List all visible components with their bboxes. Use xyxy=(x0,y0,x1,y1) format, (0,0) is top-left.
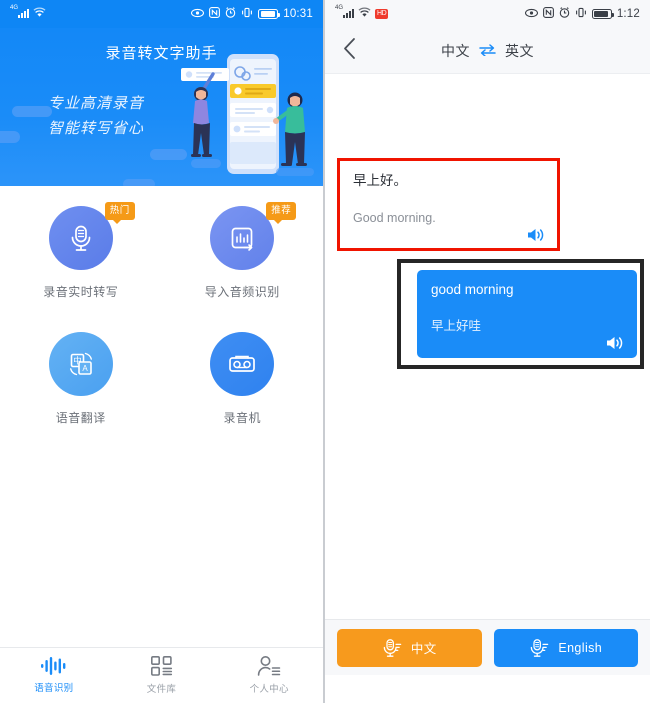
status-bar-left-group: 4G xyxy=(10,4,46,21)
network-type-label: 4G xyxy=(10,4,19,11)
alarm-icon xyxy=(225,7,236,21)
translation-nav-bar: 中文 英文 xyxy=(325,28,650,74)
highlight-box-black: good morning 早上好哇 xyxy=(397,259,644,369)
banner-illustration xyxy=(181,54,314,176)
feature-icon-wrap: 热门 xyxy=(48,202,135,270)
translation-card-incoming[interactable]: 早上好。 Good morning. xyxy=(340,161,557,248)
vibrate-icon xyxy=(575,7,587,21)
feature-row-1: 热门 录音实时转写 推荐 导入音频识别 xyxy=(0,202,323,300)
speak-button-label: English xyxy=(558,640,603,655)
feature-badge-recommended: 推荐 xyxy=(266,202,297,223)
tab-profile[interactable]: 个人中心 xyxy=(215,648,323,703)
feature-row-2: 中 A 语音翻译 录音机 xyxy=(0,328,323,426)
audio-import-icon xyxy=(210,206,275,270)
translation-card-outgoing[interactable]: good morning 早上好哇 xyxy=(417,270,637,358)
status-bar-left-group: 4G HD xyxy=(335,4,389,21)
card-source-text: good morning xyxy=(431,282,514,297)
back-button[interactable] xyxy=(339,33,360,68)
person-icon xyxy=(257,656,281,676)
microphone-document-icon xyxy=(48,206,113,270)
left-status-bar: 4G 10:31 xyxy=(0,0,323,28)
dual-screenshot-container: 4G 10:31 录音转文字助手 专业高清录音 智能转写省心 热门 录音实时转写… xyxy=(0,0,650,703)
feature-icon-wrap: 中 A xyxy=(48,332,113,396)
signal-icon: 4G xyxy=(335,4,355,21)
feature-grid: 热门 录音实时转写 推荐 导入音频识别 中 A 语音翻译 录音机 xyxy=(0,186,323,426)
nfc-icon xyxy=(542,7,554,21)
tape-recorder-icon xyxy=(210,332,275,396)
language-pair-selector[interactable]: 中文 英文 xyxy=(325,41,650,61)
feature-icon-wrap xyxy=(210,332,275,396)
speak-english-button[interactable]: English xyxy=(493,628,638,667)
feature-voice-translate[interactable]: 中 A 语音翻译 xyxy=(0,328,162,426)
grid-list-icon xyxy=(150,656,172,676)
translate-icon: 中 A xyxy=(48,332,113,396)
microphone-lines-icon xyxy=(531,638,549,657)
card-source-text: 早上好。 xyxy=(353,173,407,188)
microphone-lines-icon xyxy=(383,638,402,657)
tab-label: 语音识别 xyxy=(34,683,74,694)
eye-icon xyxy=(524,8,538,21)
speak-action-bar: 中文 English xyxy=(325,619,650,675)
banner-subtitle-line1: 专业高清录音 xyxy=(48,95,145,112)
source-language-label[interactable]: 中文 xyxy=(441,41,470,61)
feature-recorder[interactable]: 录音机 xyxy=(162,328,324,426)
translation-conversation-area: 早上好。 Good morning. good morning 早上好哇 中文 … xyxy=(325,74,650,675)
eye-icon xyxy=(191,8,205,21)
signal-icon: 4G xyxy=(10,4,30,21)
alarm-icon xyxy=(559,7,570,21)
tab-label: 个人中心 xyxy=(249,684,289,695)
highlight-box-red: 早上好。 Good morning. xyxy=(337,158,560,251)
target-language-label[interactable]: 英文 xyxy=(505,41,534,61)
status-bar-clock: 10:31 xyxy=(283,8,313,20)
feature-label: 录音机 xyxy=(223,411,261,425)
feature-realtime-transcribe[interactable]: 热门 录音实时转写 xyxy=(0,202,162,300)
waveform-icon xyxy=(40,657,66,675)
status-bar-clock: 1:12 xyxy=(616,8,640,20)
app-hero-banner: 录音转文字助手 专业高清录音 智能转写省心 xyxy=(0,28,323,186)
speaker-icon[interactable] xyxy=(526,227,544,248)
decorative-blob xyxy=(12,106,52,117)
card-target-text: 早上好哇 xyxy=(431,318,482,333)
network-type-label: 4G xyxy=(335,4,344,11)
feature-label: 录音实时转写 xyxy=(43,285,119,299)
feature-import-audio[interactable]: 推荐 导入音频识别 xyxy=(162,202,324,300)
battery-icon xyxy=(258,9,281,19)
vibrate-icon xyxy=(241,7,253,21)
banner-subtitle: 专业高清录音 智能转写省心 xyxy=(48,92,144,142)
left-phone-screen: 4G 10:31 录音转文字助手 专业高清录音 智能转写省心 热门 录音实时转写… xyxy=(0,0,325,703)
feature-icon-wrap: 推荐 xyxy=(210,202,297,270)
decorative-blob xyxy=(0,131,20,143)
wifi-icon xyxy=(33,7,46,21)
right-status-bar: 4G HD 1:12 xyxy=(325,0,650,28)
feature-label: 语音翻译 xyxy=(55,411,106,425)
chevron-left-icon xyxy=(344,37,355,59)
feature-label: 导入音频识别 xyxy=(204,285,280,299)
bottom-tab-bar: 语音识别 文件库 个人中心 xyxy=(0,647,323,703)
svg-text:A: A xyxy=(82,364,88,373)
tab-file-library[interactable]: 文件库 xyxy=(108,648,216,703)
status-bar-right-group: 1:12 xyxy=(524,7,640,21)
speak-chinese-button[interactable]: 中文 xyxy=(337,628,482,667)
status-bar-right-group: 10:31 xyxy=(191,7,313,21)
tab-label: 文件库 xyxy=(146,684,177,695)
banner-subtitle-line2: 智能转写省心 xyxy=(48,119,145,137)
hd-badge-icon: HD xyxy=(375,9,389,19)
speaker-icon[interactable] xyxy=(605,335,623,356)
tab-voice-recognition[interactable]: 语音识别 xyxy=(0,648,108,703)
nfc-icon xyxy=(209,7,221,21)
swap-arrows-icon[interactable] xyxy=(479,43,496,59)
speak-button-label: 中文 xyxy=(410,642,437,656)
right-phone-screen: 4G HD 1:12 中文 英文 早上好。 Good morning. good… xyxy=(325,0,650,703)
card-target-text: Good morning. xyxy=(353,210,436,225)
decorative-blob xyxy=(123,179,155,186)
feature-badge-hot: 热门 xyxy=(104,202,135,223)
wifi-icon xyxy=(358,7,371,21)
battery-icon xyxy=(591,9,614,19)
